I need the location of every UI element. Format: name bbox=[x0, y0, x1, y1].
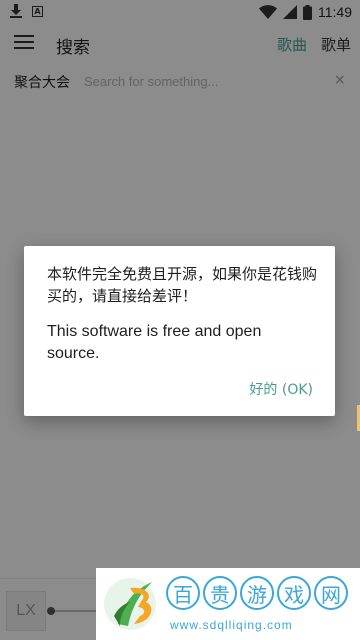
watermark: 百 贵 游 戏 网 www.sdqlliqing.com bbox=[96, 568, 360, 640]
dialog-message-zh: 本软件完全免费且开源，如果你是花钱购买的，请直接给差评！ bbox=[47, 265, 318, 305]
watermark-char: 贵 bbox=[203, 576, 237, 610]
watermark-char: 戏 bbox=[277, 576, 311, 610]
watermark-url: www.sdqlliqing.com bbox=[170, 618, 293, 632]
dialog-message-en: This software is free and open source. bbox=[47, 323, 262, 362]
watermark-char: 百 bbox=[166, 576, 200, 610]
watermark-char: 网 bbox=[314, 576, 348, 610]
notice-dialog: 本软件完全免费且开源，如果你是花钱购买的，请直接给差评！ This softwa… bbox=[24, 246, 335, 416]
watermark-char: 游 bbox=[240, 576, 274, 610]
watermark-logo-icon bbox=[104, 578, 156, 630]
ok-button[interactable]: 好的 (OK) bbox=[249, 379, 313, 399]
watermark-title: 百 贵 游 戏 网 bbox=[166, 576, 348, 610]
